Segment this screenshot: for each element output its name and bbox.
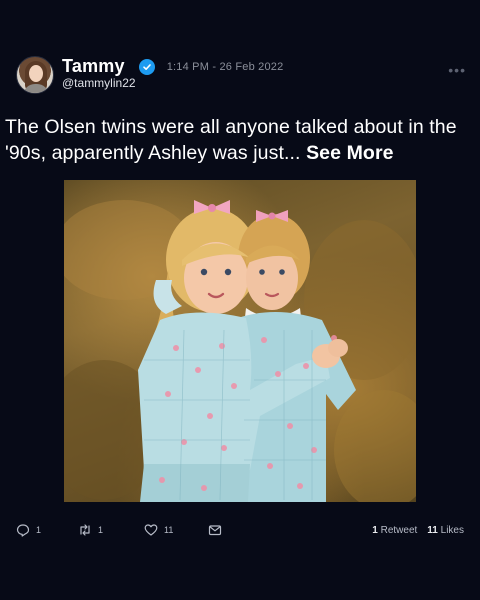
retweet-button[interactable]: 1: [78, 523, 103, 537]
user-name[interactable]: Tammy: [62, 56, 125, 77]
verified-badge-icon: [138, 58, 155, 75]
likes-stat-label: Likes: [440, 524, 464, 536]
heart-icon: [144, 524, 158, 536]
retweet-icon: [80, 524, 90, 536]
reply-button[interactable]: 1: [16, 523, 41, 537]
reply-count: 1: [36, 525, 42, 535]
tweet-header: Tammy 1:14 PM - 26 Feb 2022 @tammylin22 …: [16, 56, 466, 96]
likes-stat[interactable]: 11 Likes: [427, 525, 464, 536]
name-row: Tammy 1:14 PM - 26 Feb 2022: [62, 56, 283, 77]
retweet-stat-value: 1: [372, 524, 378, 536]
see-more-link[interactable]: See More: [306, 142, 394, 164]
like-count: 11: [164, 525, 174, 535]
likes-stat-value: 11: [427, 524, 438, 536]
tweet-image[interactable]: [64, 180, 416, 502]
tweet-actions: 1 1 11 1 Retweet 11 Likes: [16, 520, 464, 540]
tweet-text: The Olsen twins were all anyone talked a…: [5, 114, 475, 166]
retweet-stat[interactable]: 1 Retweet: [372, 525, 417, 536]
like-button[interactable]: 11: [144, 523, 173, 537]
more-options-icon[interactable]: •••: [448, 62, 466, 78]
tweet-stats: 1 Retweet 11 Likes: [372, 525, 464, 536]
timestamp[interactable]: 1:14 PM - 26 Feb 2022: [167, 61, 284, 73]
user-avatar[interactable]: [16, 56, 54, 94]
retweet-stat-label: Retweet: [380, 524, 418, 536]
photo-of-twin-girls: [64, 200, 416, 502]
user-handle[interactable]: @tammylin22: [62, 76, 136, 90]
retweet-count: 1: [98, 525, 104, 535]
share-button[interactable]: [208, 523, 222, 537]
share-icon: [208, 525, 222, 536]
reply-icon: [16, 524, 30, 537]
